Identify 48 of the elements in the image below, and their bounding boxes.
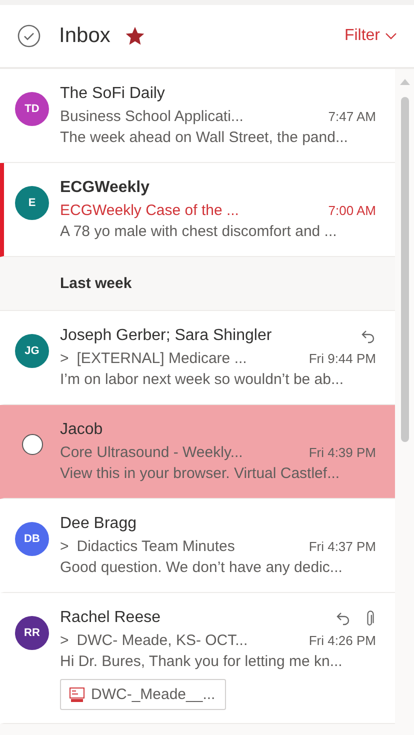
subject: Core Ultrasound - Weekly... [60,444,243,460]
preview-text: Good question. We don’t have any dedic... [60,558,344,578]
chevron-down-icon [385,32,397,40]
sender-name: Joseph Gerber; Sara Shingler [60,327,272,345]
message-row[interactable]: RR Rachel Reese > DWC- Meade, KS- OCT... Fri 4:26 PM Hi Dr. Bures, Thank you for letting me kn... DWC-_Meade__... [0,593,395,724]
message-row[interactable]: TD The SoFi Daily Business School Applicati... 7:47 AM The week ahead on Wall Street, the pand... [0,69,395,163]
avatar: RR [15,616,49,650]
subject: Didactics Team Minutes [76,538,235,554]
avatar: DB [15,522,49,556]
select-all-icon[interactable] [17,24,41,48]
avatar: TD [15,92,49,126]
subject: DWC- Meade, KS- OCT... [76,632,248,648]
avatar: E [15,186,49,220]
sender-name: Rachel Reese [60,609,160,627]
time: Fri 4:37 PM [308,538,376,554]
sender-name: ECGWeekly [60,179,150,197]
message-row[interactable]: E ECGWeekly ECGWeekly Case of the ... 7:00 AM A 78 yo male with chest discomfort and ... [0,163,395,257]
time: Fri 4:39 PM [308,444,376,460]
star-icon[interactable] [124,25,146,47]
subject: Business School Applicati... [60,108,244,124]
preview-text: The week ahead on Wall Street, the pand... [60,128,349,148]
preview-text: A 78 yo male with chest discomfort and ... [60,222,338,242]
sender-name: Jacob [60,421,103,439]
subject: [EXTERNAL] Medicare ... [76,350,247,366]
preview-text: View this in your browser. Virtual Castlef... [60,464,341,484]
folder-title: Inbox [59,24,110,48]
time: 7:47 AM [328,108,376,124]
avatar: JG [15,334,49,368]
time: 7:00 AM [328,202,376,218]
sender-name: Dee Bragg [60,515,136,533]
thread-marker: > [60,350,69,366]
attachment-name: DWC-_Meade__... [91,686,216,703]
subject: ECGWeekly Case of the ... [60,202,239,218]
attachment-chip[interactable]: DWC-_Meade__... [60,679,226,710]
preview-text: Hi Dr. Bures, Thank you for letting me kn... [60,652,344,672]
scrollbar-thumb[interactable] [400,97,408,442]
thread-marker: > [60,632,69,648]
select-radio[interactable] [22,434,42,455]
preview-text: I’m on labor next week so wouldn’t be ab... [60,370,344,390]
message-row[interactable]: JG Joseph Gerber; Sara Shingler > [EXTERNAL] Medicare ... Fri 9:44 PM I’m on labor next week so wouldn’t be ab... [0,311,395,405]
message-row[interactable]: DB Dee Bragg > Didactics Team Minutes Fri 4:37 PM Good question. We don’t have any dedic... [0,499,395,593]
message-row[interactable]: Jacob Core Ultrasound - Weekly... Fri 4:39 PM View this in your browser. Virtual Castlef... [0,405,395,499]
pdf-icon [69,686,85,702]
time: Fri 9:44 PM [308,350,376,366]
sender-name: The SoFi Daily [60,85,165,103]
filter-button[interactable]: Filter [344,27,397,45]
thread-marker: > [60,538,69,554]
time: Fri 4:26 PM [308,632,376,648]
